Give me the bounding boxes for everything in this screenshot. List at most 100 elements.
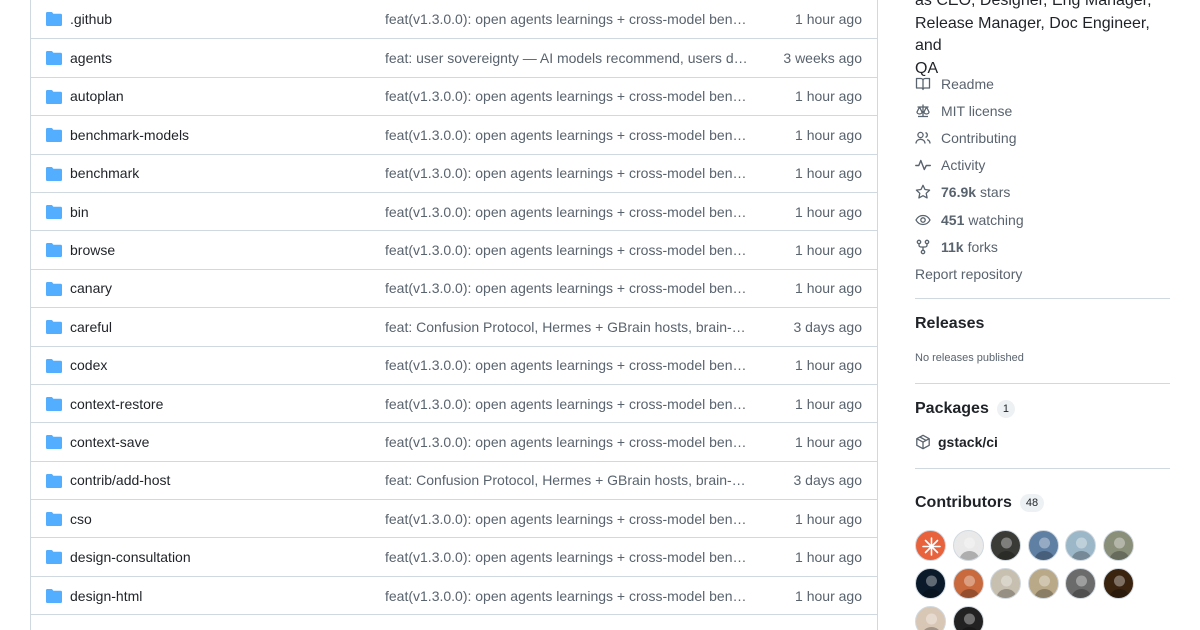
packages-heading[interactable]: Packages 1	[915, 400, 1015, 418]
contributing-link[interactable]: Contributing	[915, 124, 1170, 151]
file-name-link[interactable]: codex	[70, 357, 107, 373]
person-silhouette-icon	[996, 575, 1017, 598]
file-name-link[interactable]: context-save	[70, 434, 149, 450]
contributor-avatar[interactable]	[915, 606, 946, 630]
file-row[interactable]: contrib/add-host feat: Confusion Protocol…	[31, 460, 877, 499]
activity-link[interactable]: Activity	[915, 152, 1170, 179]
divider	[915, 298, 1170, 299]
file-name-link[interactable]: bin	[70, 204, 89, 220]
file-row[interactable]: canary feat(v1.3.0.0): open agents learni…	[31, 268, 877, 307]
file-name-link[interactable]: contrib/add-host	[70, 472, 170, 488]
folder-icon	[46, 12, 62, 26]
file-row[interactable]: bin feat(v1.3.0.0): open agents learnings…	[31, 191, 877, 230]
contributor-avatar[interactable]	[952, 568, 984, 599]
star-icon	[915, 184, 931, 199]
file-row[interactable]: browse feat(v1.3.0.0): open agents learni…	[31, 230, 877, 268]
eye-icon	[915, 214, 931, 225]
commit-message-link[interactable]: feat(v1.3.0.0): open agents learnings + …	[385, 396, 749, 412]
file-row[interactable]: agents feat: user sovereignty — AI models…	[31, 38, 877, 76]
commit-message-link[interactable]: feat(v1.3.0.0): open agents learnings + …	[385, 588, 749, 604]
commit-message-link[interactable]: feat: Confusion Protocol, Hermes + GBrai…	[385, 472, 749, 488]
commit-message-link[interactable]: feat(v1.3.0.0): open agents learnings + …	[385, 434, 749, 450]
commit-message-link[interactable]: feat(v1.3.0.0): open agents learnings + …	[385, 165, 749, 181]
contributor-avatar[interactable]	[1102, 568, 1134, 599]
file-name-link[interactable]: .github	[70, 11, 112, 27]
license-link[interactable]: MIT license	[915, 97, 1170, 124]
contributor-avatar[interactable]	[915, 568, 946, 599]
folder-icon	[46, 51, 62, 66]
commit-message-link[interactable]: feat(v1.3.0.0): open agents learnings + …	[385, 11, 749, 27]
contributor-avatar[interactable]	[1065, 530, 1096, 561]
folder-icon	[46, 473, 62, 488]
file-row[interactable]: context-restore feat(v1.3.0.0): open agen…	[31, 383, 877, 422]
file-name-link[interactable]: cso	[70, 511, 92, 527]
commit-message-link[interactable]: feat(v1.3.0.0): open agents learnings + …	[385, 280, 749, 296]
repo-meta-list: Readme MIT license Contributing Activity…	[915, 70, 1170, 288]
file-name-link[interactable]: context-restore	[70, 396, 163, 412]
contributor-avatar[interactable]	[1065, 568, 1096, 599]
commit-message-link[interactable]: feat(v1.3.0.0): open agents learnings + …	[385, 204, 749, 220]
watching-label: watching	[968, 211, 1024, 228]
file-name-link[interactable]: design-html	[70, 588, 142, 604]
file-name-link[interactable]: autoplan	[70, 88, 124, 104]
commit-message-link[interactable]: feat(v1.3.0.0): open agents learnings + …	[385, 357, 749, 373]
releases-heading[interactable]: Releases	[915, 315, 984, 333]
commit-message-link[interactable]: feat: user sovereignty — AI models recom…	[385, 50, 749, 66]
person-silhouette-icon	[958, 537, 980, 560]
file-name-link[interactable]: benchmark	[70, 165, 139, 181]
file-row[interactable]: benchmark-models feat(v1.3.0.0): open age…	[31, 115, 877, 153]
file-name-link[interactable]: browse	[70, 242, 115, 258]
file-row[interactable]: careful feat: Confusion Protocol, Hermes …	[31, 307, 877, 345]
commit-message-link[interactable]: feat: Confusion Protocol, Hermes + GBrai…	[385, 319, 749, 335]
contributor-avatar[interactable]	[915, 530, 946, 561]
file-name-link[interactable]: agents	[70, 50, 112, 66]
commit-message-link[interactable]: feat(v1.3.0.0): open agents learnings + …	[385, 127, 749, 143]
commit-date: 1 hour ago	[795, 11, 862, 28]
stars-link[interactable]: 76.9k stars	[915, 179, 1170, 206]
file-row[interactable]: design-consultation feat(v1.3.0.0): open …	[31, 537, 877, 575]
contributor-avatar[interactable]	[1102, 530, 1134, 561]
person-silhouette-icon	[958, 575, 980, 598]
contributor-avatar[interactable]	[990, 530, 1021, 561]
book-icon	[915, 77, 931, 90]
contributors-heading[interactable]: Contributors 48	[915, 494, 1045, 512]
commit-message-link[interactable]: feat(v1.3.0.0): open agents learnings + …	[385, 88, 749, 104]
license-label: MIT license	[941, 102, 1013, 119]
commit-message-link[interactable]: feat(v1.3.0.0): open agents learnings + …	[385, 549, 749, 565]
contributor-avatar[interactable]	[952, 606, 984, 630]
contributor-avatar[interactable]	[952, 530, 984, 561]
commit-date: 1 hour ago	[795, 549, 862, 566]
contributors-count: 48	[1019, 494, 1045, 512]
package-item[interactable]: gstack/ci	[915, 434, 998, 450]
file-row[interactable]: autoplan feat(v1.3.0.0): open agents lear…	[31, 76, 877, 115]
contributor-avatar[interactable]	[1027, 530, 1059, 561]
file-row[interactable]: codex feat(v1.3.0.0): open agents learnin…	[31, 345, 877, 384]
file-row[interactable]: design-html feat(v1.3.0.0): open agents l…	[31, 575, 877, 614]
watchers-link[interactable]: 451 watching	[915, 206, 1170, 233]
contributor-avatar[interactable]	[990, 568, 1021, 599]
forks-link[interactable]: 11k forks	[915, 233, 1170, 260]
file-name-link[interactable]: careful	[70, 319, 112, 335]
file-row[interactable]: benchmark feat(v1.3.0.0): open agents lea…	[31, 153, 877, 192]
activity-label: Activity	[941, 157, 986, 174]
file-row[interactable]: cso feat(v1.3.0.0): open agents learnings…	[31, 499, 877, 537]
person-silhouette-icon	[1108, 575, 1130, 598]
folder-icon	[46, 128, 62, 143]
commit-message-link[interactable]: feat(v1.3.0.0): open agents learnings + …	[385, 511, 749, 527]
report-repository-link[interactable]: Report repository	[915, 260, 1170, 287]
releases-title: Releases	[915, 315, 985, 332]
folder-icon	[46, 166, 62, 181]
person-silhouette-icon	[1033, 575, 1055, 598]
file-row[interactable]: context-save feat(v1.3.0.0): open agents …	[31, 422, 877, 460]
contributor-avatar[interactable]	[1027, 568, 1059, 599]
commit-message-link[interactable]: feat(v1.3.0.0): open agents learnings + …	[385, 242, 749, 258]
folder-icon	[46, 204, 62, 219]
file-name-link[interactable]: canary	[70, 280, 112, 296]
file-name-link[interactable]: benchmark-models	[70, 127, 189, 143]
readme-link[interactable]: Readme	[915, 70, 1170, 97]
file-row[interactable]	[31, 614, 877, 630]
commit-date: 1 hour ago	[795, 510, 862, 527]
file-row[interactable]: .github feat(v1.3.0.0): open agents learn…	[31, 0, 877, 38]
folder-icon	[46, 243, 62, 258]
file-name-link[interactable]: design-consultation	[70, 549, 191, 565]
